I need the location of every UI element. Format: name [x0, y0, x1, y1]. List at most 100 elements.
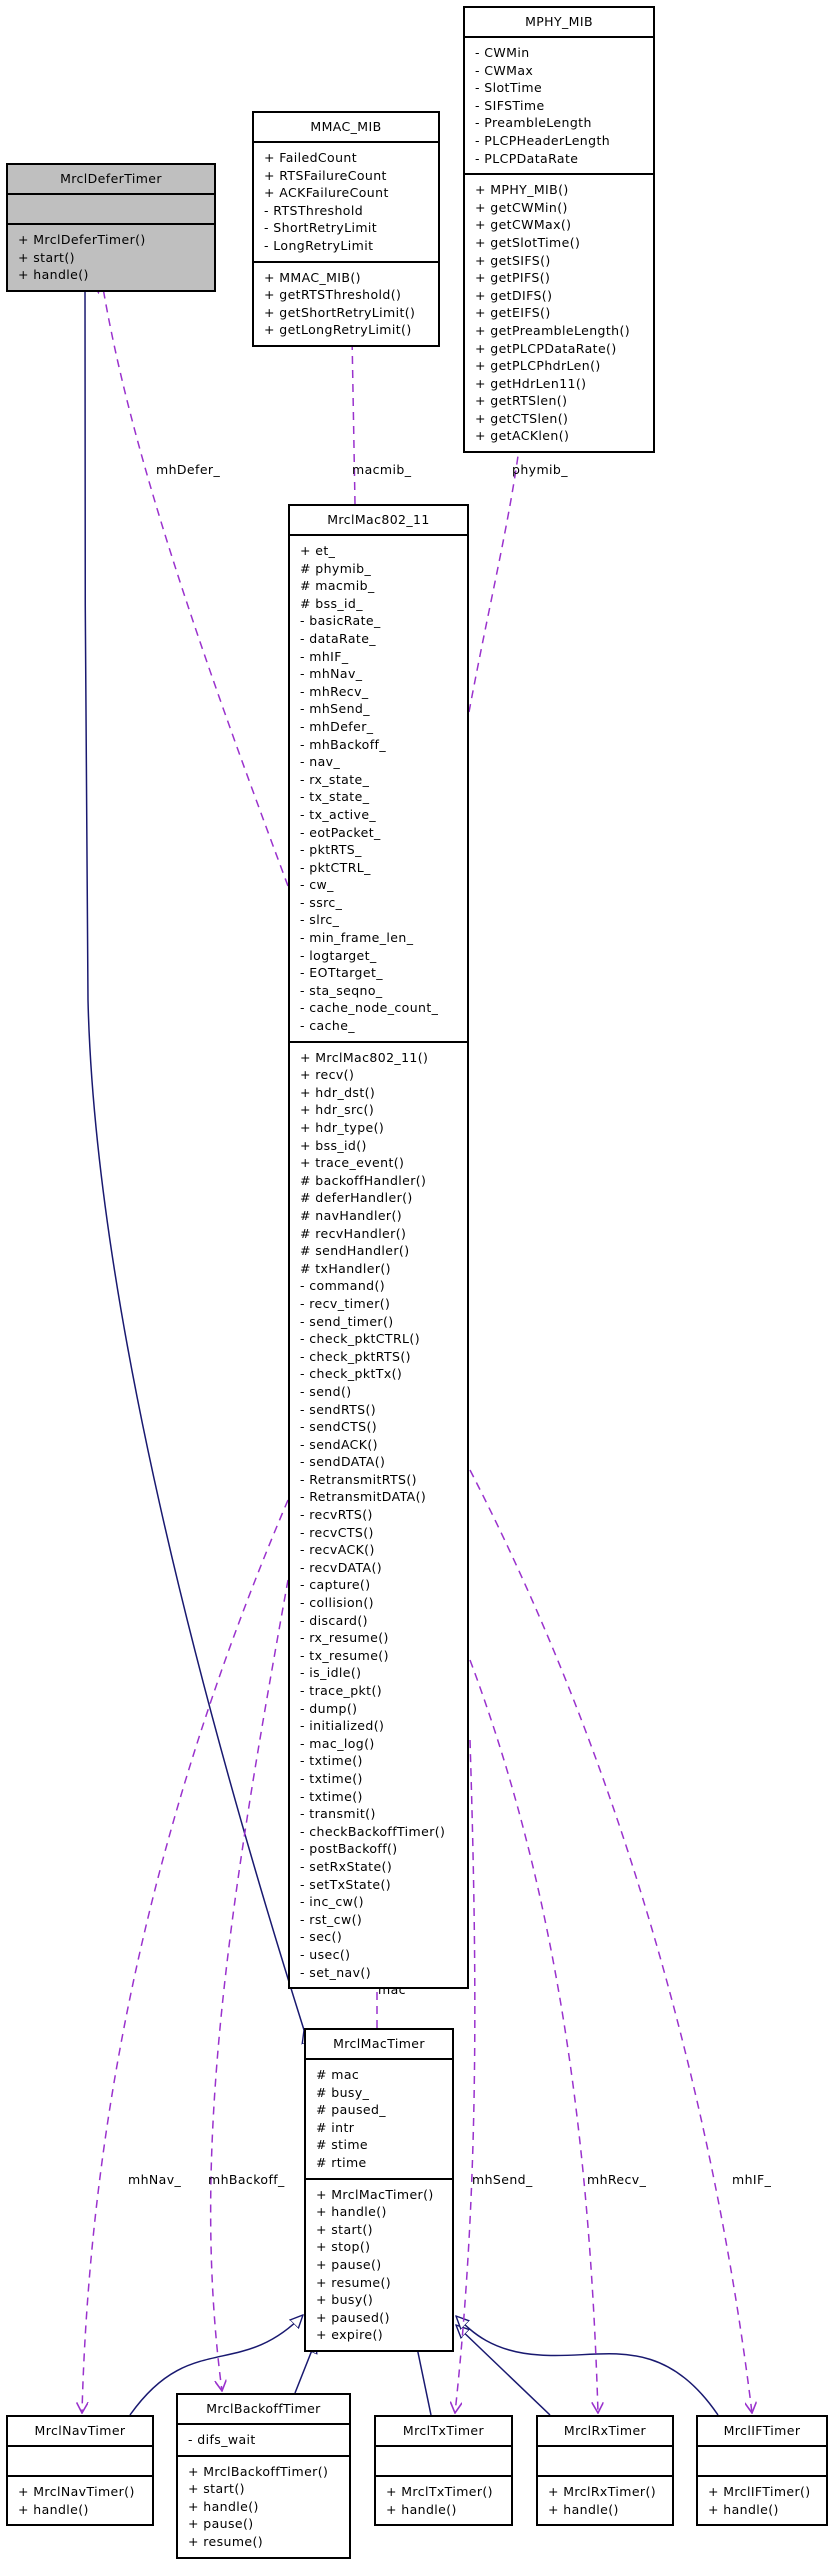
class-method: - RetransmitRTS(): [300, 1471, 417, 1487]
class-name[interactable]: MrclTxTimer: [376, 2417, 511, 2447]
class-attribute: + FailedCount: [264, 150, 358, 165]
class-name[interactable]: MMAC_MIB: [254, 113, 438, 143]
usage-mhDefer-edge: [102, 282, 289, 887]
class-method: - capture(): [300, 1577, 371, 1593]
class-attribute: - min_frame_len_: [300, 930, 414, 946]
edge-label-mhSend: mhSend_: [472, 2172, 533, 2187]
class-attribute: - difs_wait: [188, 2432, 256, 2447]
edge-label-macmib: macmib_: [352, 462, 412, 477]
class-name[interactable]: MrclMac802_11: [290, 506, 467, 536]
class-box-MrclMacTimer[interactable]: MrclMacTimer # mac # busy_ # paused_ # intr #…: [304, 2028, 454, 2352]
class-method: + MrclNavTimer(): [18, 2484, 135, 2499]
class-method: + hdr_type(): [300, 1120, 385, 1135]
class-method: - command(): [300, 1278, 386, 1294]
class-method: - inc_cw(): [300, 1894, 364, 1910]
inherit-macTimer-to-deferTimer-edge: [84, 279, 304, 2030]
class-method: + busy(): [316, 2292, 374, 2308]
class-attribute: - dataRate_: [300, 630, 376, 646]
class-method: - sendACK(): [300, 1436, 378, 1452]
class-method: + getRTSThreshold(): [264, 287, 402, 303]
class-methods-section: + MrclDeferTimer() + start() + handle(): [8, 225, 214, 290]
class-attribute: - nav_: [300, 754, 341, 770]
class-methods-section: + MrclBackoffTimer() + start() + handle() +…: [178, 2457, 349, 2557]
class-name[interactable]: MrclMacTimer: [306, 2030, 452, 2060]
class-attribute: - basicRate_: [300, 613, 381, 629]
class-attribute: - RTSThreshold: [264, 202, 364, 218]
class-method: + getPreambleLength(): [475, 322, 631, 338]
class-method: + stop(): [316, 2239, 371, 2255]
class-methods-section: + MrclMacTimer() + handle() + start() + sto…: [306, 2180, 452, 2350]
edge-label-mac: mac: [378, 1982, 406, 1997]
class-method: - usec(): [300, 1946, 351, 1962]
class-attribute: - SIFSTime: [475, 97, 545, 113]
class-method: + MrclRxTimer(): [548, 2484, 657, 2499]
class-attribute: + et_: [300, 543, 336, 558]
class-name[interactable]: MrclIFTimer: [698, 2417, 826, 2447]
class-method: + recv(): [300, 1067, 355, 1083]
class-method: + getPIFS(): [475, 270, 551, 286]
class-name[interactable]: MrclNavTimer: [8, 2417, 152, 2447]
class-name[interactable]: MrclDeferTimer: [8, 165, 214, 195]
class-method: + getPLCPDataRate(): [475, 340, 617, 356]
class-method: - txtime(): [300, 1753, 363, 1769]
class-box-MPHY_MIB[interactable]: MPHY_MIB - CWMin - CWMax - SlotTime - SIFSTi…: [463, 6, 655, 454]
class-attribute: - CWMax: [475, 62, 534, 78]
class-attribute: - mhNav_: [300, 666, 363, 682]
class-method: - is_idle(): [300, 1665, 362, 1681]
class-method: - recvACK(): [300, 1542, 375, 1558]
class-attribute: # mac: [316, 2067, 360, 2082]
class-method: - check_pktCTRL(): [300, 1331, 420, 1347]
class-attribute: # rtime: [316, 2154, 367, 2170]
class-method: + getPLCPhdrLen(): [475, 358, 601, 374]
class-attributes-section: [376, 2447, 511, 2477]
class-box-MrclMac802_11[interactable]: MrclMac802_11 + et_ # phymib_ # macmib_ # bs…: [288, 504, 469, 1990]
class-method: + handle(): [386, 2501, 457, 2517]
class-method: - sendRTS(): [300, 1401, 377, 1417]
class-attribute: # phymib_: [300, 560, 372, 576]
class-attributes-section: # mac # busy_ # paused_ # intr # stime # rtim…: [306, 2060, 452, 2180]
class-box-MMAC_MIB[interactable]: MMAC_MIB + FailedCount + RTSFailureCount + …: [252, 111, 440, 347]
class-method: - collision(): [300, 1595, 374, 1611]
class-box-MrclTxTimer[interactable]: MrclTxTimer + MrclTxTimer() + handle(): [374, 2415, 513, 2527]
class-box-MrclBackoffTimer[interactable]: MrclBackoffTimer - difs_wait + MrclBackoff…: [176, 2393, 351, 2559]
class-method: # txHandler(): [300, 1260, 391, 1276]
class-attribute: - PLCPHeaderLength: [475, 132, 611, 148]
class-attribute: + ACKFailureCount: [264, 185, 389, 201]
class-attribute: - eotPacket_: [300, 824, 381, 840]
class-attributes-section: + et_ # phymib_ # macmib_ # bss_id_ - basicR…: [290, 536, 467, 1043]
class-methods-section: + MrclMac802_11() + recv() + hdr_dst() + hd…: [290, 1043, 467, 1987]
class-method: # navHandler(): [300, 1207, 402, 1223]
class-name[interactable]: MPHY_MIB: [465, 8, 653, 38]
class-attribute: - EOTtarget_: [300, 965, 383, 981]
class-method: + getACKlen(): [475, 428, 570, 444]
class-box-MrclNavTimer[interactable]: MrclNavTimer + MrclNavTimer() + handle(): [6, 2415, 154, 2527]
class-box-MrclRxTimer[interactable]: MrclRxTimer + MrclRxTimer() + handle(): [536, 2415, 674, 2527]
inherit-rxTimer-edge: [456, 2325, 551, 2416]
inherit-ifTimer-edge: [456, 2316, 719, 2416]
class-attribute: - mhSend_: [300, 701, 370, 717]
class-method: + handle(): [708, 2501, 779, 2517]
class-attribute: # busy_: [316, 2084, 370, 2100]
inherit-defer-edge: [85, 2000, 88, 2028]
class-name[interactable]: MrclRxTimer: [538, 2417, 672, 2447]
class-attributes-section: [8, 195, 214, 225]
class-attribute: - mhIF_: [300, 648, 349, 664]
edge-label-mhNav: mhNav_: [128, 2172, 182, 2187]
class-method: - discard(): [300, 1612, 368, 1628]
class-method: + getShortRetryLimit(): [264, 304, 416, 320]
class-method: - dump(): [300, 1700, 358, 1716]
edge-label-mhRecv: mhRecv_: [587, 2172, 647, 2187]
class-box-MrclIFTimer[interactable]: MrclIFTimer + MrclIFTimer() + handle(): [696, 2415, 828, 2527]
class-method: + getSlotTime(): [475, 234, 581, 250]
class-name[interactable]: MrclBackoffTimer: [178, 2395, 349, 2425]
class-methods-section: + MrclRxTimer() + handle(): [538, 2477, 672, 2524]
usage-mhBackoff-edge: [209, 1579, 289, 2391]
class-method: + pause(): [188, 2516, 254, 2532]
class-attribute: + RTSFailureCount: [264, 167, 387, 183]
class-method: + getEIFS(): [475, 305, 551, 321]
class-box-MrclDeferTimer[interactable]: MrclDeferTimer + MrclDeferTimer() + start(…: [6, 163, 216, 292]
class-method: + MrclDeferTimer(): [18, 232, 146, 247]
class-method: + getCWMax(): [475, 217, 572, 233]
class-attributes-section: - difs_wait: [178, 2425, 349, 2457]
edge-label-phymib: phymib_: [512, 462, 568, 477]
